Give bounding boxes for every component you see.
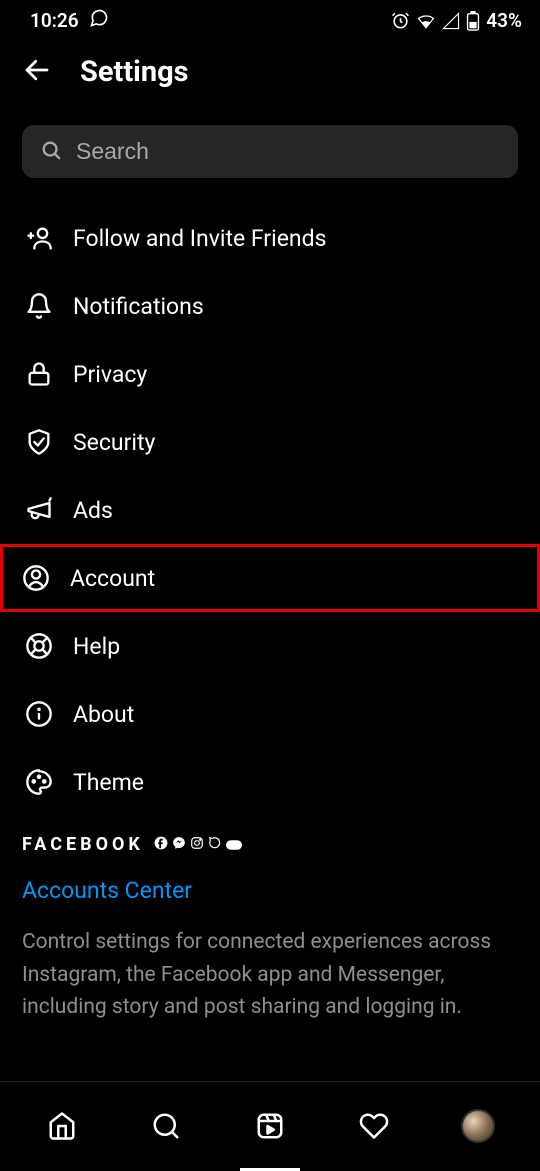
menu-item-privacy[interactable]: Privacy: [0, 340, 540, 408]
search-bar[interactable]: [22, 125, 518, 178]
megaphone-icon: [25, 496, 53, 524]
status-left: 10:26: [30, 8, 109, 33]
nav-search[interactable]: [141, 1101, 191, 1151]
instagram-icon: [190, 835, 204, 854]
menu-item-follow-invite[interactable]: Follow and Invite Friends: [0, 204, 540, 272]
lifebuoy-icon: [25, 632, 53, 660]
menu-label: Follow and Invite Friends: [73, 225, 326, 252]
menu-item-security[interactable]: Security: [0, 408, 540, 476]
info-icon: [25, 700, 53, 728]
nav-profile[interactable]: [453, 1101, 503, 1151]
settings-menu: Follow and Invite Friends Notifications …: [0, 204, 540, 816]
lock-icon: [25, 360, 53, 388]
menu-item-ads[interactable]: Ads: [0, 476, 540, 544]
menu-label: Theme: [73, 769, 144, 796]
page-title: Settings: [80, 55, 189, 89]
nav-home[interactable]: [37, 1101, 87, 1151]
status-bar: 10:26 43%: [0, 0, 540, 41]
menu-item-account[interactable]: Account: [0, 544, 540, 612]
bottom-nav: [0, 1081, 540, 1170]
menu-item-about[interactable]: About: [0, 680, 540, 748]
status-time: 10:26: [30, 9, 79, 32]
menu-label: Account: [70, 565, 155, 592]
accounts-center-description: Control settings for connected experienc…: [22, 926, 518, 1024]
add-user-icon: [25, 224, 53, 252]
menu-label: Help: [73, 633, 120, 660]
alarm-icon: [391, 11, 410, 30]
signal-icon: [442, 12, 460, 30]
menu-label: Notifications: [73, 293, 204, 320]
battery-percent: 43%: [486, 9, 522, 32]
menu-item-notifications[interactable]: Notifications: [0, 272, 540, 340]
nav-reels[interactable]: [245, 1101, 295, 1151]
account-icon: [22, 564, 50, 592]
search-input[interactable]: [76, 138, 500, 165]
whatsapp-small-icon: [208, 835, 222, 854]
facebook-section: FACEBOOK Accounts Center Control setting…: [0, 816, 540, 1024]
menu-item-theme[interactable]: Theme: [0, 748, 540, 816]
menu-label: Security: [73, 429, 155, 456]
messenger-icon: [172, 835, 186, 854]
status-right: 43%: [391, 9, 522, 32]
wifi-icon: [416, 11, 436, 31]
header: Settings: [0, 41, 540, 107]
shield-icon: [25, 428, 53, 456]
bell-icon: [25, 292, 53, 320]
facebook-family-icons: [154, 835, 242, 854]
palette-icon: [25, 768, 53, 796]
whatsapp-icon: [89, 8, 109, 33]
facebook-header: FACEBOOK: [22, 834, 518, 855]
battery-icon: [466, 11, 480, 31]
facebook-icon: [154, 835, 168, 854]
back-icon[interactable]: [22, 55, 52, 89]
menu-item-help[interactable]: Help: [0, 612, 540, 680]
avatar: [461, 1109, 495, 1143]
accounts-center-link[interactable]: Accounts Center: [22, 877, 518, 904]
search-icon: [40, 139, 62, 165]
menu-label: Ads: [73, 497, 113, 524]
nav-activity[interactable]: [349, 1101, 399, 1151]
oculus-icon: [226, 835, 242, 854]
facebook-brand: FACEBOOK: [22, 834, 144, 855]
menu-label: Privacy: [73, 361, 147, 388]
menu-label: About: [73, 701, 134, 728]
